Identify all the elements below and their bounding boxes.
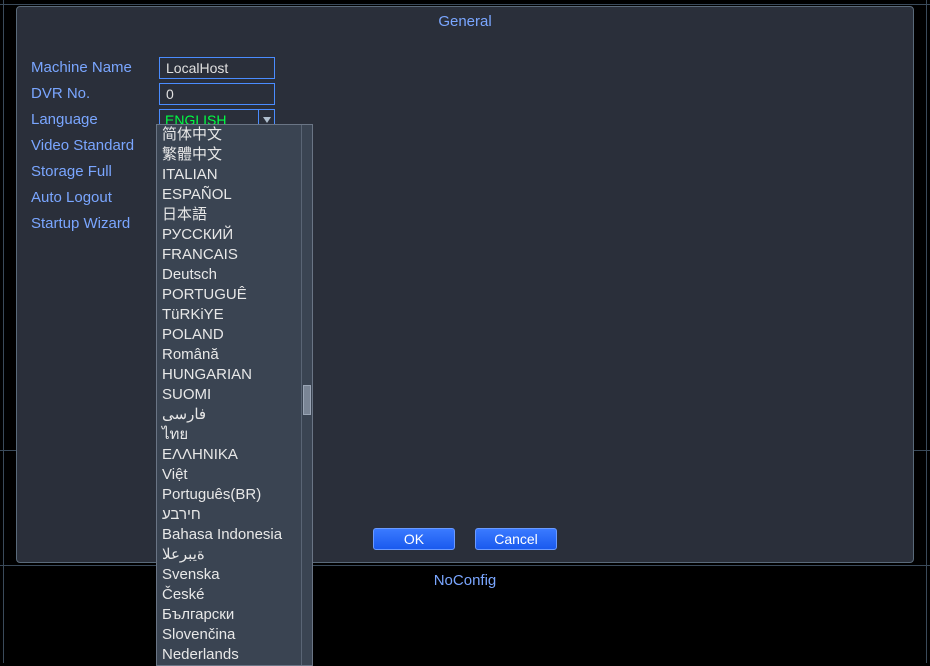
language-option[interactable]: Svenska [157,565,301,585]
language-option[interactable]: فارسی [157,405,301,425]
dialog-title: General [17,13,913,30]
language-option[interactable]: 日本語 [157,205,301,225]
language-option[interactable]: Português(BR) [157,485,301,505]
language-option[interactable]: ESPAÑOL [157,185,301,205]
language-option[interactable]: České [157,585,301,605]
storage-full-label: Storage Full [31,163,159,180]
video-standard-label: Video Standard [31,137,159,154]
language-option[interactable]: PORTUGUÊ [157,285,301,305]
general-settings-dialog: General Machine Name DVR No. Language EN… [16,6,914,563]
dvr-no-label: DVR No. [31,85,159,102]
language-option[interactable]: Nederlands [157,645,301,665]
language-option[interactable]: Slovenčina [157,625,301,645]
language-option[interactable]: ΕΛΛΗΝΙΚΑ [157,445,301,465]
language-label: Language [31,111,159,128]
auto-logout-label: Auto Logout [31,189,159,206]
language-dropdown: 简体中文繁體中文ITALIANESPAÑOL日本語РУССКИЙFRANCAIS… [156,124,313,666]
scrollbar-thumb[interactable] [303,385,311,415]
machine-name-input[interactable] [159,57,275,79]
language-option[interactable]: חירבע [157,505,301,525]
cancel-button[interactable]: Cancel [475,528,557,550]
language-option[interactable]: Deutsch [157,265,301,285]
language-option[interactable]: FRANCAIS [157,245,301,265]
language-option[interactable]: 简体中文 [157,125,301,145]
language-option[interactable]: ITALIAN [157,165,301,185]
dvr-no-input[interactable] [159,83,275,105]
language-option[interactable]: SUOMI [157,385,301,405]
language-option[interactable]: TüRKiYE [157,305,301,325]
language-option[interactable]: ไทย [157,425,301,445]
ok-button[interactable]: OK [373,528,455,550]
noconfig-text: NoConfig [0,572,930,589]
language-option[interactable]: РУССКИЙ [157,225,301,245]
language-option[interactable]: Bahasa Indonesia [157,525,301,545]
language-option[interactable]: Việt [157,465,301,485]
language-option[interactable]: POLAND [157,325,301,345]
language-option[interactable]: 繁體中文 [157,145,301,165]
language-option[interactable]: HUNGARIAN [157,365,301,385]
language-option[interactable]: Български [157,605,301,625]
language-option[interactable]: Română [157,345,301,365]
language-dropdown-list: 简体中文繁體中文ITALIANESPAÑOL日本語РУССКИЙFRANCAIS… [157,125,301,665]
machine-name-label: Machine Name [31,59,159,76]
language-option[interactable]: ةيبرعلا [157,545,301,565]
dropdown-scrollbar[interactable] [301,125,312,665]
startup-wizard-label: Startup Wizard [31,215,159,232]
